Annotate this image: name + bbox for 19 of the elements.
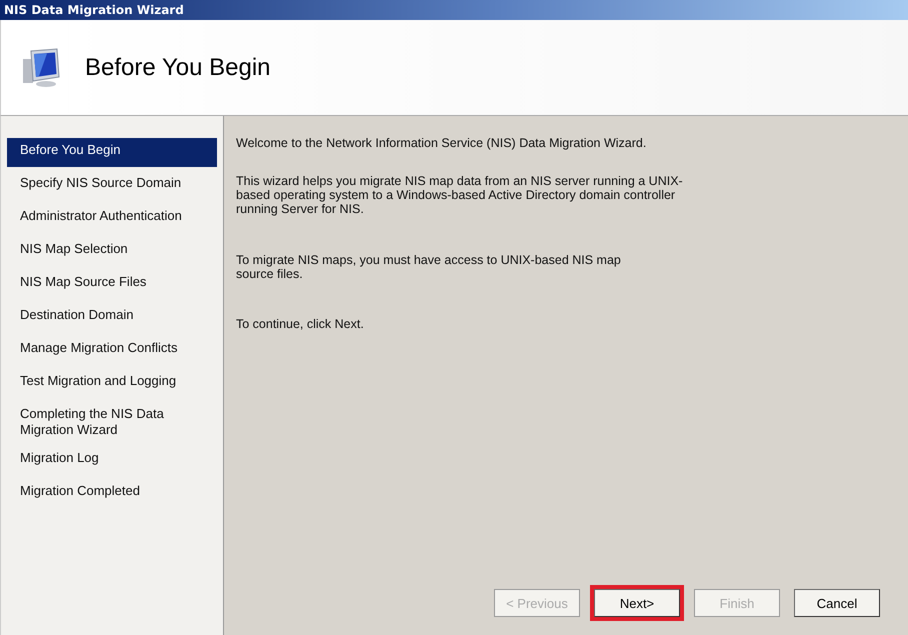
- description-text: This wizard helps you migrate NIS map data from an NIS server running a UNIX-based operating system to a Windows-based Active Directory domain controller running Server for NIS.: [236, 174, 684, 216]
- step-item[interactable]: Administrator Authentication: [7, 204, 217, 233]
- wizard-button[interactable]: Cancel: [794, 589, 880, 617]
- step-item[interactable]: Before You Begin: [7, 138, 217, 167]
- description-text: To migrate NIS maps, you must have access to UNIX-based NIS map source files.: [236, 253, 622, 281]
- step-item[interactable]: Destination Domain: [7, 303, 217, 332]
- step-item[interactable]: Migration Log: [7, 446, 217, 475]
- step-item[interactable]: Completing the NIS Data Migration Wizard: [7, 402, 217, 442]
- step-item[interactable]: Test Migration and Logging: [7, 369, 217, 398]
- page-heading: Before You Begin: [85, 54, 270, 82]
- step-item[interactable]: Manage Migration Conflicts: [7, 336, 217, 365]
- wizard-button[interactable]: Next>: [594, 589, 680, 617]
- step-item[interactable]: NIS Map Source Files: [7, 270, 217, 299]
- description-text: Welcome to the Network Information Service (NIS) Data Migration Wizard.: [236, 136, 648, 150]
- step-item[interactable]: Specify NIS Source Domain: [7, 171, 217, 200]
- description-text: To continue, click Next.: [236, 317, 365, 331]
- step-item[interactable]: NIS Map Selection: [7, 237, 217, 266]
- step-item[interactable]: Migration Completed: [7, 479, 217, 508]
- window-title: NIS Data Migration Wizard: [4, 3, 184, 17]
